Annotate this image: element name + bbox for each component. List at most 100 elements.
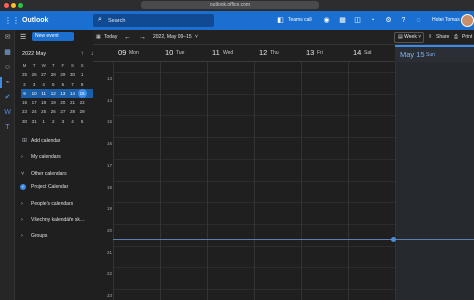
bell-icon[interactable]: ◔ [368,16,377,25]
mini-day[interactable]: 23 [20,107,29,116]
prev-arrow-icon[interactable]: ← [124,30,131,45]
check-icon[interactable]: ✓ [20,184,26,190]
mini-day[interactable]: 10 [30,89,39,98]
avatar[interactable] [461,14,474,27]
mini-day[interactable]: 26 [49,107,58,116]
day-column[interactable] [207,62,254,300]
teams-app-icon[interactable]: T [2,122,13,133]
mini-day[interactable]: 19 [49,98,58,107]
mini-day[interactable]: 24 [30,107,39,116]
mini-day[interactable]: 13 [58,89,67,98]
day-header[interactable]: 14 Sat [348,45,395,62]
mini-day[interactable]: 28 [49,70,58,79]
help-icon[interactable]: ? [399,16,408,25]
mini-week-row[interactable]: 25 26 27 28 29 30 1 [19,70,99,79]
mini-day[interactable]: 25 [39,107,48,116]
mini-day[interactable]: 4 [68,117,77,126]
day-header[interactable]: 12 Thu [254,45,301,62]
mini-week-row[interactable]: 23 24 25 26 27 28 29 [19,107,99,116]
calendar-nav-item[interactable]: ˅ Other calendars [15,168,93,180]
minimize-window-icon[interactable] [11,3,16,8]
share-icon[interactable]: ⇪ [428,30,432,45]
mini-day[interactable]: 27 [58,107,67,116]
mini-week-row[interactable]: 2345678 [19,80,99,89]
mini-day[interactable]: 9 [20,89,29,98]
mini-day[interactable]: 3 [58,117,67,126]
mini-week-row[interactable]: 30 31 1 2 3 4 5 [19,117,99,126]
day-column[interactable] [301,62,348,300]
mini-day[interactable]: 8 [78,80,87,89]
print-button[interactable]: Print [462,30,472,45]
day-column[interactable] [160,62,207,300]
search-input[interactable] [108,14,208,27]
mini-day[interactable]: 29 [78,107,87,116]
chevron-down-icon[interactable]: ˅ [195,30,198,45]
lightbulb-icon[interactable]: ◌ [414,16,423,25]
mini-day[interactable]: 29 [58,70,67,79]
chevron-right-icon[interactable]: › [21,151,23,163]
url-bar[interactable]: outlook.office.com [141,1,319,9]
mini-day[interactable]: 5 [49,80,58,89]
mini-day[interactable]: 16 [20,98,29,107]
week-view-button[interactable]: ▤ Week ˅ [394,32,424,43]
calendar-nav-item[interactable]: ✓ Project Calendar [15,181,93,193]
mini-day[interactable]: 15 [77,88,87,99]
calendar-icon[interactable]: ▦ [2,47,13,58]
settings-icon[interactable]: ⚙ [384,16,393,25]
mini-day[interactable]: 1 [39,117,48,126]
day-header[interactable]: May 15 Sun [395,45,474,62]
mail-icon[interactable]: ✉ [2,32,13,43]
mini-week-row[interactable]: 16 17 18 19 20 21 22 [19,98,99,107]
arrow-up-icon[interactable]: ↑ [78,49,86,59]
attach-icon[interactable]: ⌁ [2,77,13,88]
search-box[interactable]: ⌕ [93,14,214,27]
chevron-down-icon[interactable]: ˅ [21,168,24,180]
mini-day[interactable]: 2 [49,117,58,126]
skype-icon[interactable]: ◉ [322,16,331,25]
date-range-label[interactable]: 2022, May 09–15 [153,30,192,45]
mini-day[interactable]: 14 [68,89,77,98]
mini-day[interactable]: 2 [20,80,29,89]
teams-icon[interactable]: ◧ [276,16,285,25]
mini-day[interactable]: 31 [30,117,39,126]
day-header[interactable]: 09 Mon [113,45,160,62]
mini-day[interactable]: 6 [58,80,67,89]
calendar-nav-item[interactable]: › Groups [15,230,93,242]
day-column[interactable] [348,62,395,300]
mini-day[interactable]: 1 [78,70,87,79]
day-column[interactable] [254,62,301,300]
people-icon[interactable]: ☺ [2,62,13,73]
close-window-icon[interactable] [4,3,9,8]
todo-icon[interactable]: ✔ [2,92,13,103]
mini-day[interactable]: 30 [20,117,29,126]
mini-day[interactable]: 4 [39,80,48,89]
mini-week-row[interactable]: 9 10 11 12 13 14 15 [19,88,105,99]
mini-day[interactable]: 28 [68,107,77,116]
mini-day[interactable]: 11 [39,89,48,98]
teams-call-label[interactable]: Teams call [288,11,312,30]
waffle-icon[interactable]: ⋮⋮ [4,15,20,26]
mini-day[interactable]: 20 [58,98,67,107]
word-icon[interactable]: W [2,107,13,118]
share-button[interactable]: Share [436,30,449,45]
mini-day[interactable]: 21 [68,98,77,107]
mini-day[interactable]: 3 [30,80,39,89]
today-button[interactable]: Today [104,30,117,45]
calendar-nav-item[interactable]: › Všechny kalendáře sk… [15,214,93,226]
next-arrow-icon[interactable]: → [139,30,146,45]
new-event-button[interactable]: New event [32,32,74,41]
mini-day[interactable]: 26 [30,70,39,79]
day-column[interactable] [113,62,160,300]
calendar-icon[interactable]: ▦ [338,16,347,25]
user-name[interactable]: Hotei Tomas [432,11,460,30]
mini-day[interactable]: 12 [49,89,58,98]
calendar-nav-item[interactable]: › People's calendars [15,198,93,210]
mini-day[interactable]: 5 [78,117,87,126]
hamburger-icon[interactable]: ☰ [20,33,26,41]
day-column[interactable] [395,62,474,300]
day-header[interactable]: 10 Tue [160,45,207,62]
mini-day[interactable]: 7 [68,80,77,89]
chevron-right-icon[interactable]: › [21,214,23,226]
mini-day[interactable]: 17 [30,98,39,107]
chevron-right-icon[interactable]: › [21,230,23,242]
